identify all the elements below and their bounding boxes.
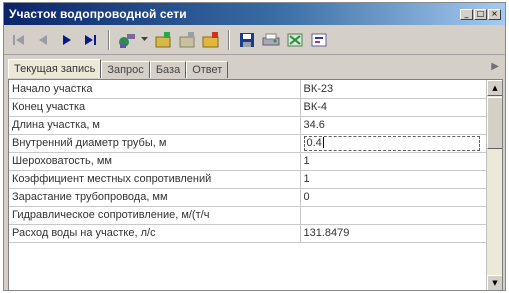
property-value[interactable]: 1	[300, 152, 488, 171]
table-row[interactable]: Начало участка ВК-23	[9, 80, 488, 99]
property-name: Гидравлическое сопротивление, м/(т/ч	[9, 206, 301, 225]
print-icon[interactable]	[260, 29, 282, 51]
window-controls: _ □ ×	[460, 8, 501, 20]
close-icon[interactable]: ×	[488, 8, 501, 20]
scroll-down-icon[interactable]: ▼	[487, 275, 502, 290]
toolbar	[4, 25, 505, 55]
property-name: Шероховатость, мм	[9, 152, 301, 171]
property-value-editor[interactable]: 0.4	[300, 134, 488, 153]
table-row[interactable]: Длина участка, м 34.6	[9, 116, 488, 135]
toolbar-separator	[228, 29, 230, 50]
prev-record-icon[interactable]	[32, 29, 54, 51]
properties-grid: Начало участка ВК-23 Конец участка ВК-4 …	[8, 79, 503, 290]
property-name: Конец участка	[9, 98, 301, 117]
new-record-icon[interactable]	[152, 29, 174, 51]
property-name: Внутренний диаметр трубы, м	[9, 134, 301, 153]
property-value[interactable]: 0	[300, 188, 488, 207]
scrollbar-thumb[interactable]	[487, 97, 502, 149]
window-title: Участок водопроводной сети	[9, 7, 187, 21]
table-row[interactable]: Конец участка ВК-4	[9, 98, 488, 117]
save-icon[interactable]	[236, 29, 258, 51]
table-row[interactable]: Коэффициент местных сопротивлений 1	[9, 170, 488, 189]
property-name: Начало участка	[9, 80, 301, 99]
property-name: Расход воды на участке, л/с	[9, 224, 301, 243]
property-value[interactable]: 34.6	[300, 116, 488, 135]
tab-current-record[interactable]: Текущая запись	[8, 59, 102, 78]
chevron-down-icon[interactable]	[140, 29, 148, 51]
table-row[interactable]: Гидравлическое сопротивление, м/(т/ч	[9, 206, 488, 225]
edit-record-icon[interactable]	[176, 29, 198, 51]
tab-answer[interactable]: Ответ	[186, 61, 229, 78]
property-name: Зарастание трубопровода, мм	[9, 188, 301, 207]
property-name: Длина участка, м	[9, 116, 301, 135]
table-row[interactable]: Зарастание трубопровода, мм 0	[9, 188, 488, 207]
property-name: Коэффициент местных сопротивлений	[9, 170, 301, 189]
tab-query[interactable]: Запрос	[101, 61, 150, 78]
tab-database[interactable]: База	[149, 61, 187, 78]
next-record-icon[interactable]	[56, 29, 78, 51]
maximize-icon[interactable]: □	[474, 8, 487, 20]
minimize-icon[interactable]: _	[460, 8, 473, 20]
report-icon[interactable]	[308, 29, 330, 51]
property-value[interactable]: 131.8479	[300, 224, 488, 243]
property-value[interactable]: ВК-23	[300, 80, 488, 99]
last-record-icon[interactable]	[80, 29, 102, 51]
app-window: Участок водопроводной сети _ □ × Текущая…	[3, 2, 506, 291]
property-value[interactable]	[300, 206, 488, 225]
table-row[interactable]: Внутренний диаметр трубы, м 0.4	[9, 134, 488, 153]
first-record-icon[interactable]	[8, 29, 30, 51]
table-row[interactable]: Шероховатость, мм 1	[9, 152, 488, 171]
property-value[interactable]: 1	[300, 170, 488, 189]
scroll-up-icon[interactable]: ▲	[487, 80, 502, 96]
vertical-scrollbar[interactable]: ▲ ▼	[486, 80, 502, 290]
tab-scroll-right-icon[interactable]: ▶	[491, 61, 499, 72]
tab-strip: Текущая запись Запрос База Ответ ▶	[4, 55, 505, 78]
inline-edit-field[interactable]: 0.4	[303, 135, 480, 151]
inline-edit-text: 0.4	[306, 136, 322, 149]
table-row[interactable]: Расход воды на участке, л/с 131.8479	[9, 224, 488, 243]
text-caret	[322, 137, 324, 149]
pipe-tool-icon[interactable]	[116, 29, 138, 51]
open-folder-icon[interactable]	[200, 29, 222, 51]
property-value[interactable]: ВК-4	[300, 98, 488, 117]
title-bar[interactable]: Участок водопроводной сети _ □ ×	[4, 3, 505, 25]
toolbar-separator	[108, 29, 110, 50]
network-icon[interactable]	[284, 29, 306, 51]
